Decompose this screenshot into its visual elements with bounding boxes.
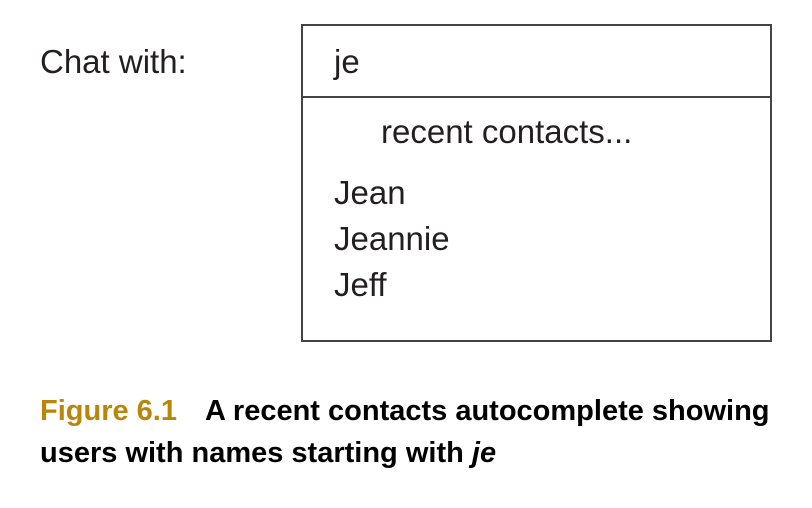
autocomplete-widget: je recent contacts... Jean Jeannie Jeff <box>301 24 772 342</box>
contact-suggestion-list: Jean Jeannie Jeff <box>334 170 450 308</box>
chat-search-input[interactable]: je <box>303 26 770 98</box>
contact-suggestion-jeff[interactable]: Jeff <box>334 262 450 308</box>
chat-with-label: Chat with: <box>40 43 187 80</box>
figure-caption-emphasis: je <box>471 437 497 469</box>
contact-suggestion-jean[interactable]: Jean <box>334 170 450 216</box>
recent-contacts-header: recent contacts... <box>381 113 633 150</box>
figure-caption: Figure 6.1 A recent contacts autocomplete… <box>40 390 780 474</box>
figure-number: Figure 6.1 <box>40 395 177 427</box>
contact-suggestion-jeannie[interactable]: Jeannie <box>334 216 450 262</box>
